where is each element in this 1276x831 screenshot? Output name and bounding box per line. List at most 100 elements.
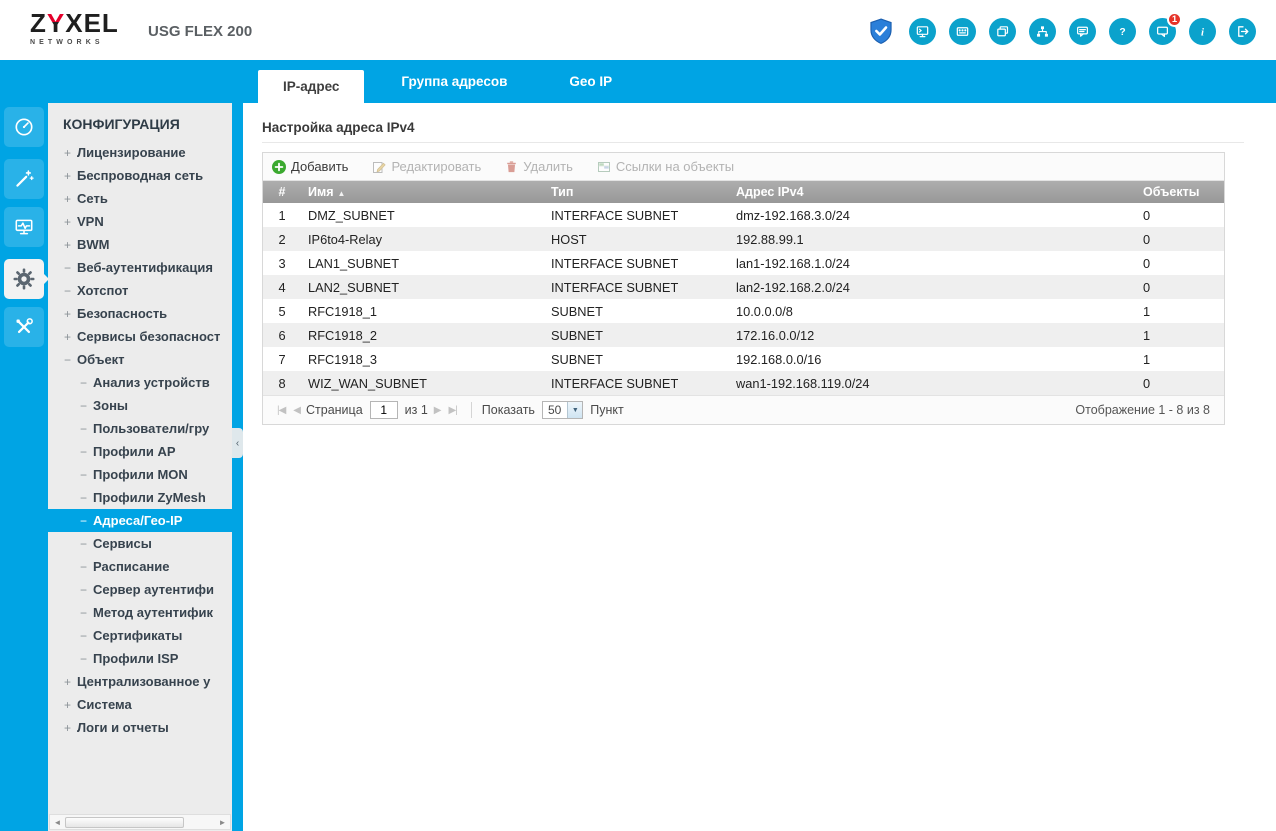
expand-icon: −	[79, 628, 87, 643]
column-header-name[interactable]: Имя ▲	[301, 185, 544, 199]
monitor-icon[interactable]	[4, 207, 44, 247]
sidebar-item-logs-reports[interactable]: + Логи и отчеты	[48, 716, 232, 739]
expand-icon: −	[79, 651, 87, 666]
cell-address: 192.168.0.0/16	[736, 351, 822, 367]
sidebar-item-zymesh-profiles[interactable]: − Профили ZyMesh	[48, 486, 232, 509]
sidebar-item-ap-profiles[interactable]: − Профили AP	[48, 440, 232, 463]
edit-button[interactable]: Редактировать	[372, 159, 481, 174]
sidebar-item-wireless[interactable]: + Беспроводная сеть	[48, 164, 232, 187]
help-icon[interactable]: ?	[1109, 17, 1136, 45]
next-page-icon[interactable]: ▶	[434, 405, 442, 416]
table-row[interactable]: 2 IP6to4-Relay HOST 192.88.99.1 0	[263, 227, 1224, 251]
table-header-row: # Имя ▲ Тип Адрес IPv4 Объекты	[263, 181, 1224, 203]
delete-button-label: Удалить	[523, 159, 573, 174]
expand-icon: −	[63, 352, 71, 367]
sidebar-item-label: Профили AP	[93, 444, 176, 459]
column-header-objects[interactable]: Объекты	[1136, 185, 1224, 199]
wizard-icon[interactable]	[4, 159, 44, 199]
cell-address: lan1-192.168.1.0/24	[736, 255, 850, 271]
sidebar-collapse-button[interactable]: ‹	[232, 428, 243, 458]
cell-type: INTERFACE SUBNET	[551, 279, 679, 295]
sidebar-nav: КОНФИГУРАЦИЯ + Лицензирование + Беспроводн…	[48, 103, 232, 831]
brand-z: Z	[30, 8, 47, 38]
tab-geo-ip[interactable]: Geo IP	[544, 60, 637, 103]
cell-objects: 1	[1143, 303, 1151, 319]
sidebar-item-system[interactable]: + Система	[48, 693, 232, 716]
expand-icon: +	[63, 697, 71, 712]
delete-trash-icon	[507, 161, 517, 173]
table-row[interactable]: 5 RFC1918_1 SUBNET 10.0.0.0/8 1	[263, 299, 1224, 323]
expand-icon: +	[63, 145, 71, 160]
sidebar-item-isp-profiles[interactable]: − Профили ISP	[48, 647, 232, 670]
sidebar-item-users-groups[interactable]: − Пользователи/гру	[48, 417, 232, 440]
sidebar-item-label: VPN	[77, 214, 104, 229]
sidebar-item-auth-method[interactable]: − Метод аутентифик	[48, 601, 232, 624]
table-row[interactable]: 3 LAN1_SUBNET INTERFACE SUBNET lan1-192.…	[263, 251, 1224, 275]
column-header-address[interactable]: Адрес IPv4	[729, 185, 1136, 199]
reference-icon[interactable]	[989, 17, 1016, 45]
configuration-gear-icon[interactable]	[4, 259, 49, 299]
cell-name: RFC1918_1	[308, 303, 378, 319]
sitemap-icon[interactable]	[1029, 17, 1056, 45]
table-row[interactable]: 1 DMZ_SUBNET INTERFACE SUBNET dmz-192.16…	[263, 203, 1224, 227]
table-row[interactable]: 4 LAN2_SUBNET INTERFACE SUBNET lan2-192.…	[263, 275, 1224, 299]
sidebar-item-mon-profiles[interactable]: − Профили MON	[48, 463, 232, 486]
sidebar-item-web-auth[interactable]: − Веб-аутентификация	[48, 256, 232, 279]
page-input[interactable]	[369, 401, 398, 419]
cell-address: lan2-192.168.2.0/24	[736, 279, 850, 295]
column-header-index[interactable]: #	[263, 185, 301, 199]
sidebar-item-security-services[interactable]: + Сервисы безопасност	[48, 325, 232, 348]
edit-pencil-icon	[373, 161, 387, 173]
add-button[interactable]: Добавить	[272, 159, 348, 174]
tab-ip-address[interactable]: IP-адрес	[258, 70, 365, 103]
sidebar-item-zones[interactable]: − Зоны	[48, 394, 232, 417]
sidebar-item-object[interactable]: − Объект	[48, 348, 232, 371]
scroll-right-icon[interactable]: ►	[215, 816, 230, 829]
cli-icon[interactable]	[949, 17, 976, 45]
info-icon[interactable]: i	[1189, 17, 1216, 45]
brand-text: ZYXEL	[30, 10, 119, 36]
sidebar-item-auth-server[interactable]: − Сервер аутентифи	[48, 578, 232, 601]
sidebar-item-vpn[interactable]: + VPN	[48, 210, 232, 233]
sidebar-item-bwm[interactable]: + BWM	[48, 233, 232, 256]
sidebar-item-services[interactable]: − Сервисы	[48, 532, 232, 555]
object-references-button[interactable]: Ссылки на объекты	[597, 159, 734, 174]
shield-check-icon[interactable]	[866, 16, 896, 46]
sidebar-item-schedule[interactable]: − Расписание	[48, 555, 232, 578]
web-console-icon[interactable]	[909, 17, 936, 45]
table-row[interactable]: 8 WIZ_WAN_SUBNET INTERFACE SUBNET wan1-1…	[263, 371, 1224, 395]
cell-name: WIZ_WAN_SUBNET	[308, 375, 427, 391]
table-toolbar: Добавить Редактировать Удалить Ссылки на…	[263, 153, 1224, 181]
scroll-left-icon[interactable]: ◄	[50, 816, 65, 829]
sidebar-item-device-insight[interactable]: − Анализ устройств	[48, 371, 232, 394]
forum-icon[interactable]	[1069, 17, 1096, 45]
logout-icon[interactable]	[1229, 17, 1256, 45]
sidebar-horizontal-scrollbar[interactable]: ◄ ►	[49, 814, 231, 830]
expand-icon: −	[63, 283, 71, 298]
cell-address: 10.0.0.0/8	[736, 303, 793, 319]
scrollbar-thumb[interactable]	[65, 816, 184, 828]
sidebar-item-network[interactable]: + Сеть	[48, 187, 232, 210]
dashboard-icon[interactable]	[4, 107, 44, 147]
first-page-icon[interactable]: |◀	[277, 405, 286, 416]
page-label: Страница	[306, 403, 363, 417]
sidebar-item-label: Адреса/Гео-IP	[93, 513, 183, 528]
table-row[interactable]: 6 RFC1918_2 SUBNET 172.16.0.0/12 1	[263, 323, 1224, 347]
prev-page-icon[interactable]: ◀	[293, 405, 301, 416]
column-header-type[interactable]: Тип	[544, 185, 729, 199]
sidebar-item-centralized-mgmt[interactable]: + Централизованное у	[48, 670, 232, 693]
maintenance-icon[interactable]	[4, 307, 44, 347]
sidebar-edge: ‹	[232, 103, 243, 831]
sidebar-item-hotspot[interactable]: − Хотспот	[48, 279, 232, 302]
page-size-value: 50	[547, 403, 562, 417]
sidebar-item-licensing[interactable]: + Лицензирование	[48, 141, 232, 164]
notification-icon[interactable]: 1	[1149, 11, 1182, 45]
sidebar-item-certificates[interactable]: − Сертификаты	[48, 624, 232, 647]
tab-address-group[interactable]: Группа адресов	[376, 60, 532, 103]
last-page-icon[interactable]: ▶|	[449, 405, 458, 416]
table-row[interactable]: 7 RFC1918_3 SUBNET 192.168.0.0/16 1	[263, 347, 1224, 371]
sidebar-item-addresses-geo-ip[interactable]: − Адреса/Гео-IP	[48, 509, 232, 532]
delete-button[interactable]: Удалить	[505, 159, 573, 174]
page-size-select[interactable]: 50 ▼	[541, 401, 584, 419]
sidebar-item-security[interactable]: + Безопасность	[48, 302, 232, 325]
